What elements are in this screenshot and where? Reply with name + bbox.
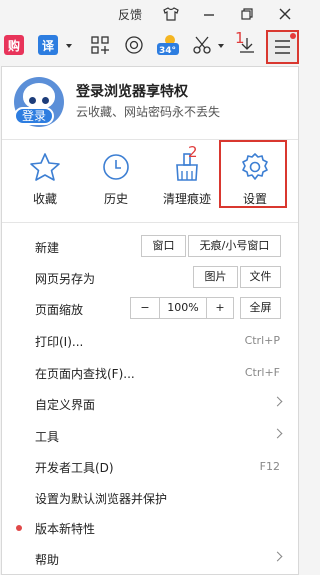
notification-dot bbox=[290, 33, 296, 39]
title-bar: 反馈 bbox=[0, 0, 302, 28]
annotation-number-2: 2 bbox=[188, 143, 198, 161]
devtools-shortcut: F12 bbox=[259, 460, 280, 473]
weather-temperature: 34° bbox=[159, 46, 177, 56]
extensions-grid-icon[interactable] bbox=[88, 31, 112, 59]
minimize-icon[interactable] bbox=[198, 4, 220, 24]
mascot-eye-right bbox=[42, 97, 49, 104]
menu-item-whats-new[interactable]: 版本新特性 bbox=[2, 513, 298, 543]
save-file-button[interactable]: 文件 bbox=[240, 266, 281, 288]
account-section[interactable]: 登录 登录浏览器享特权 云收藏、网站密码永不丢失 bbox=[2, 67, 298, 139]
menu-customize-label: 自定义界面 bbox=[35, 398, 96, 412]
chevron-right-icon bbox=[272, 396, 283, 407]
save-image-button[interactable]: 图片 bbox=[193, 266, 238, 288]
menu-row-save-as: 网页另存为 图片 文件 bbox=[2, 263, 298, 293]
divider bbox=[2, 222, 298, 223]
quick-history-label: 历史 bbox=[103, 192, 128, 206]
menu-print-label: 打印(I)... bbox=[35, 335, 84, 349]
translate-dropdown-icon[interactable] bbox=[66, 44, 72, 48]
weather-widget[interactable]: 34° bbox=[156, 31, 180, 59]
find-shortcut: Ctrl+F bbox=[244, 366, 280, 379]
menu-whats-new-label: 版本新特性 bbox=[35, 522, 96, 536]
menu-row-zoom: 页面缩放 − 100% + 全屏 bbox=[2, 294, 298, 324]
quick-clean-button[interactable]: 清理痕迹 bbox=[150, 141, 224, 213]
zoom-out-button[interactable]: − bbox=[130, 297, 160, 319]
screenshot-dropdown-icon[interactable] bbox=[218, 44, 224, 48]
settings-highlight-frame bbox=[219, 140, 287, 208]
menu-item-tools[interactable]: 工具 bbox=[2, 421, 298, 451]
at-sign-icon[interactable] bbox=[122, 31, 146, 59]
menu-item-devtools[interactable]: 开发者工具(D) F12 bbox=[2, 452, 298, 482]
menu-item-default-browser[interactable]: 设置为默认浏览器并保护 bbox=[2, 483, 298, 513]
toolbar: 购 译 34° 1 bbox=[0, 28, 302, 64]
clock-icon bbox=[103, 154, 129, 180]
zoom-level-display: 100% bbox=[159, 297, 207, 319]
menu-devtools-label: 开发者工具(D) bbox=[35, 461, 114, 475]
skin-icon[interactable] bbox=[160, 4, 182, 24]
restore-icon[interactable] bbox=[236, 4, 258, 24]
mascot-eye-left bbox=[29, 97, 36, 104]
menu-item-find[interactable]: 在页面内查找(F)... Ctrl+F bbox=[2, 358, 298, 388]
menu-item-help[interactable]: 帮助 bbox=[2, 544, 298, 574]
feedback-link[interactable]: 反馈 bbox=[118, 6, 142, 23]
main-menu-button[interactable] bbox=[266, 30, 299, 64]
mascot-face-icon bbox=[23, 83, 55, 109]
main-menu-panel: 登录 登录浏览器享特权 云收藏、网站密码永不丢失 收藏 历史 清理痕迹 2 设置… bbox=[1, 66, 299, 575]
quick-clean-label: 清理痕迹 bbox=[162, 192, 211, 206]
account-title[interactable]: 登录浏览器享特权 bbox=[76, 81, 188, 101]
menu-item-print[interactable]: 打印(I)... Ctrl+P bbox=[2, 326, 298, 356]
print-shortcut: Ctrl+P bbox=[244, 334, 280, 347]
close-icon[interactable] bbox=[274, 4, 296, 24]
menu-item-customize[interactable]: 自定义界面 bbox=[2, 389, 298, 419]
account-subtitle: 云收藏、网站密码永不丢失 bbox=[76, 105, 221, 119]
translate-app-button[interactable]: 译 bbox=[38, 35, 58, 55]
menu-default-browser-label: 设置为默认浏览器并保护 bbox=[35, 492, 168, 506]
download-icon[interactable] bbox=[236, 31, 258, 59]
quick-favorites-label: 收藏 bbox=[32, 192, 57, 206]
shopping-app-label: 购 bbox=[7, 38, 20, 53]
login-button[interactable]: 登录 bbox=[14, 107, 54, 125]
chevron-right-icon bbox=[272, 428, 283, 439]
zoom-in-button[interactable]: + bbox=[206, 297, 234, 319]
broom-icon bbox=[176, 153, 198, 181]
chevron-right-icon bbox=[272, 551, 283, 562]
new-feature-dot bbox=[16, 525, 22, 531]
menu-new-label: 新建 bbox=[35, 241, 60, 255]
translate-app-label: 译 bbox=[41, 38, 54, 53]
menu-row-new: 新建 窗口 无痕/小号窗口 bbox=[2, 232, 298, 262]
menu-help-label: 帮助 bbox=[35, 553, 60, 567]
new-window-button[interactable]: 窗口 bbox=[141, 235, 186, 257]
screenshot-scissors-icon[interactable] bbox=[190, 31, 214, 59]
new-incognito-window-button[interactable]: 无痕/小号窗口 bbox=[188, 235, 281, 257]
menu-save-as-label: 网页另存为 bbox=[35, 272, 96, 286]
star-icon bbox=[30, 153, 60, 181]
menu-tools-label: 工具 bbox=[35, 430, 60, 444]
quick-favorites-button[interactable]: 收藏 bbox=[8, 141, 82, 213]
shopping-app-button[interactable]: 购 bbox=[4, 35, 24, 55]
fullscreen-button[interactable]: 全屏 bbox=[240, 297, 281, 319]
menu-zoom-label: 页面缩放 bbox=[35, 303, 84, 317]
quick-history-button[interactable]: 历史 bbox=[79, 141, 153, 213]
menu-find-label: 在页面内查找(F)... bbox=[35, 367, 135, 381]
